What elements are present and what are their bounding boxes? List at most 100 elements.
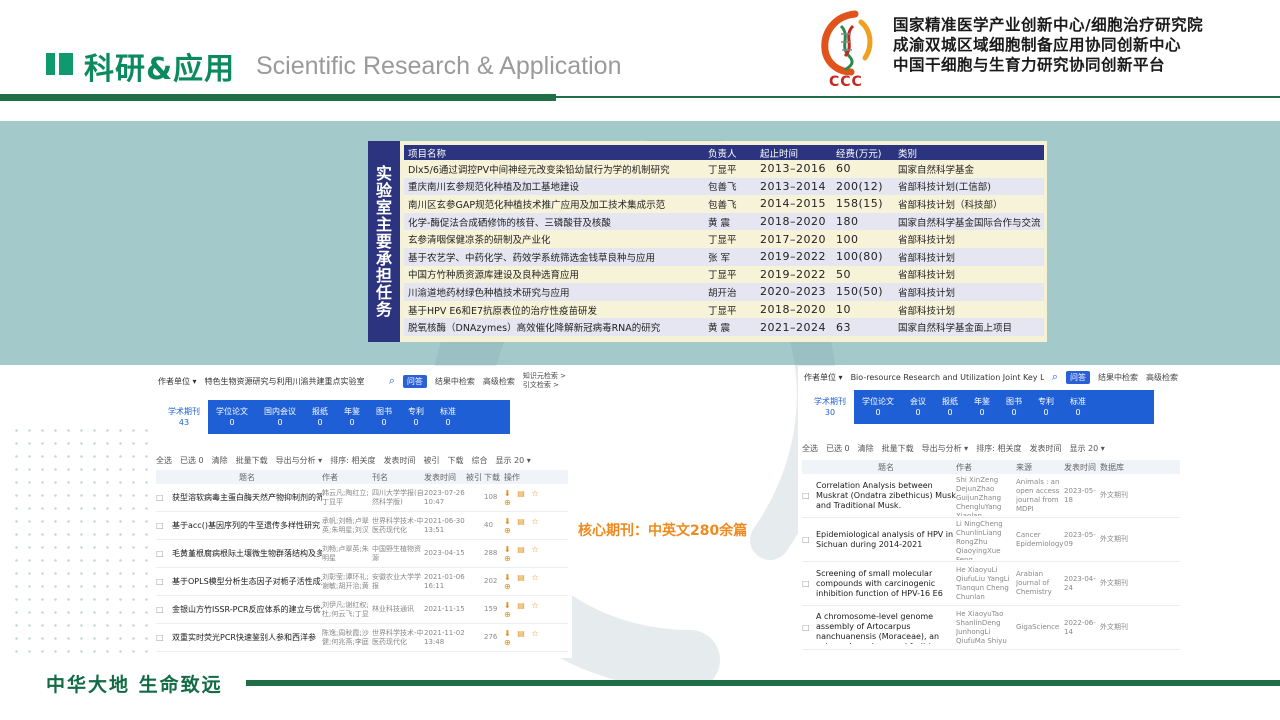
tab-7[interactable]: 标准 0 xyxy=(1062,396,1094,418)
toolbar-item[interactable]: 导出与分析 ▾ xyxy=(922,443,969,454)
tab-label: 图书 xyxy=(376,407,392,416)
tab-7[interactable]: 标准 0 xyxy=(432,406,464,428)
result-title-link[interactable]: 基于acc()基因序列的牛至遗传多样性研究 xyxy=(172,520,322,531)
field-select[interactable]: 作者单位 ▾ xyxy=(158,376,197,387)
side-label-char: 担 xyxy=(375,266,392,285)
toolbar-item[interactable]: 全选 xyxy=(802,443,818,454)
project-cell: 2013–2014 xyxy=(756,177,832,196)
link[interactable]: 结果中检索 xyxy=(1098,372,1138,383)
row-checkbox[interactable]: □ xyxy=(156,493,172,502)
project-cell: 200(12) xyxy=(832,177,894,196)
row-checkbox[interactable]: □ xyxy=(156,549,172,558)
search-icon[interactable]: ⌕ xyxy=(389,374,395,388)
row-checkbox[interactable]: □ xyxy=(802,535,816,544)
row-checkbox[interactable]: □ xyxy=(156,577,172,586)
toolbar-item[interactable]: 发表时间 xyxy=(383,455,415,466)
row-actions: ⬇ ▤ ☆ ⊕ xyxy=(504,544,541,563)
tab-label: 报纸 xyxy=(942,397,958,406)
toolbar-item[interactable]: 全选 xyxy=(156,455,172,466)
toolbar-item[interactable]: 显示 20 ▾ xyxy=(1069,443,1104,454)
toolbar-item[interactable]: 显示 20 ▾ xyxy=(495,455,530,466)
search-icon[interactable]: ⌕ xyxy=(1052,370,1058,384)
tab-3[interactable]: 报纸 0 xyxy=(934,396,966,418)
row-checkbox[interactable]: □ xyxy=(802,491,816,500)
toolbar-item[interactable]: 导出与分析 ▾ xyxy=(276,455,323,466)
tab-5[interactable]: 图书 0 xyxy=(998,396,1030,418)
row-checkbox[interactable]: □ xyxy=(156,605,172,614)
row-checkbox[interactable]: □ xyxy=(802,623,816,632)
result-title-link[interactable]: Epidemiological analysis of HPV in Sichu… xyxy=(816,530,956,550)
tab-5[interactable]: 图书 0 xyxy=(368,406,400,428)
result-title-link[interactable]: 基于OPLS模型分析生态因子对栀子活性成分含量的影响 xyxy=(172,576,322,587)
ask-button[interactable]: 问答 xyxy=(402,374,427,388)
link[interactable]: 知识元检索 > xyxy=(523,372,566,380)
link[interactable]: 高级检索 xyxy=(1146,372,1178,383)
result-rows: □ 获型溶软病毒主蛋白酶天然产物抑制剂的筛选 韩云凡;陶红立;丁显平 四川大学学报(自… xyxy=(156,484,568,652)
tab-2[interactable]: 会议 0 xyxy=(902,396,934,418)
tab-6[interactable]: 专利 0 xyxy=(1030,396,1062,418)
toolbar-item[interactable]: 批量下载 xyxy=(882,443,914,454)
project-cell: 60 xyxy=(832,160,894,178)
project-cell: 国家自然科学基金国际合作与交流 xyxy=(894,212,1044,231)
field-select[interactable]: 作者单位 ▾ xyxy=(804,372,843,383)
col-header: 刊名 xyxy=(372,472,388,482)
result-date: 2021-11-15 xyxy=(424,605,465,613)
toolbar-item[interactable]: 清除 xyxy=(212,455,228,466)
result-date: 2023-05-09 xyxy=(1064,530,1096,548)
ask-button[interactable]: 问答 xyxy=(1066,370,1090,384)
tab-count: 0 xyxy=(445,418,451,427)
project-cell: 脱氧核酶（DNAzymes）高效催化降解新冠病毒RNA的研究 xyxy=(404,318,704,336)
result-journal: 安徽农业大学学报 xyxy=(372,572,421,590)
toolbar-item[interactable]: 被引 xyxy=(423,455,439,466)
tab-1[interactable]: 学位论文 0 xyxy=(854,396,902,418)
row-checkbox[interactable]: □ xyxy=(156,521,172,530)
result-title-link[interactable]: 获型溶软病毒主蛋白酶天然产物抑制剂的筛选 xyxy=(172,492,322,503)
side-label-char: 实 xyxy=(375,164,392,183)
tab-4[interactable]: 年鉴 0 xyxy=(336,406,368,428)
result-title-link[interactable]: 金银山方竹ISSR-PCR反应体系的建立与优化 xyxy=(172,604,322,615)
project-row: 基于农艺学、中药化学、药效学系统筛选金钱草良种与应用张 军 2019–2022 10… xyxy=(404,247,1044,266)
project-cell: 100 xyxy=(832,230,894,248)
tab-3[interactable]: 报纸 0 xyxy=(304,406,336,428)
table-row: □ 金银山方竹ISSR-PCR反应体系的建立与优化 刘伊凡;谢红权;杜;何云飞;丁显… xyxy=(156,596,568,624)
col-header: 被引 xyxy=(466,472,482,482)
tab-count: 0 xyxy=(413,418,419,427)
tab-label: 学位论文 xyxy=(862,397,894,406)
result-title-link[interactable]: 双重实时荧光PCR快速鉴别人参和西洋参 xyxy=(172,632,322,643)
result-title-link[interactable]: 毛黄堇根腐病根际土壤微生物群落结构及多样性 xyxy=(172,548,322,559)
toolbar-item[interactable]: 综合 xyxy=(471,455,487,466)
col-header: 项目名称 xyxy=(404,145,704,160)
row-actions: ⬇ ▤ ☆ ⊕ xyxy=(504,600,541,619)
project-cell: 63 xyxy=(832,318,894,336)
toolbar-item[interactable]: 排序: 相关度 xyxy=(330,455,375,466)
toolbar-item[interactable]: 下载 xyxy=(447,455,463,466)
result-downloads: 276 xyxy=(484,633,498,641)
tab-count: 0 xyxy=(875,408,881,417)
link[interactable]: 结果中检索 xyxy=(435,376,475,387)
link[interactable]: 高级检索 xyxy=(483,376,515,387)
tab-4[interactable]: 年鉴 0 xyxy=(966,396,998,418)
tab-1[interactable]: 学位论文 0 xyxy=(208,406,256,428)
tab-6[interactable]: 专利 0 xyxy=(400,406,432,428)
row-checkbox[interactable]: □ xyxy=(156,633,172,642)
result-title-link[interactable]: Screening of small molecular compounds w… xyxy=(816,569,956,599)
toolbar-item[interactable]: 排序: 相关度 xyxy=(976,443,1021,454)
link[interactable]: 引文检索 > xyxy=(523,381,559,389)
result-downloads: 288 xyxy=(484,549,498,557)
toolbar-item[interactable]: 已选 0 xyxy=(180,455,204,466)
toolbar-item[interactable]: 批量下载 xyxy=(236,455,268,466)
result-title-link[interactable]: A chromosome-level genome assembly of Ar… xyxy=(816,612,956,644)
toolbar-item[interactable]: 清除 xyxy=(858,443,874,454)
row-checkbox[interactable]: □ xyxy=(802,579,816,588)
tab-0[interactable]: 学术期刊 30 xyxy=(806,390,854,424)
result-title-link[interactable]: Correlation Analysis between Muskrat (On… xyxy=(816,481,956,511)
search-input[interactable]: Bio-resource Research and Utilization Jo… xyxy=(851,373,1044,382)
toolbar-item[interactable]: 发表时间 xyxy=(1029,443,1061,454)
tab-2[interactable]: 国内会议 0 xyxy=(256,406,304,428)
search-input[interactable]: 特色生物资源研究与利用川渝共建重点实验室 xyxy=(205,376,381,387)
org-line: 中国干细胞与生育力研究协同创新平台 xyxy=(893,56,1166,74)
tab-0[interactable]: 学术期刊 43 xyxy=(160,400,208,434)
col-header: 作者 xyxy=(956,462,972,472)
project-cell: 黄 震 xyxy=(704,212,756,231)
toolbar-item[interactable]: 已选 0 xyxy=(826,443,850,454)
